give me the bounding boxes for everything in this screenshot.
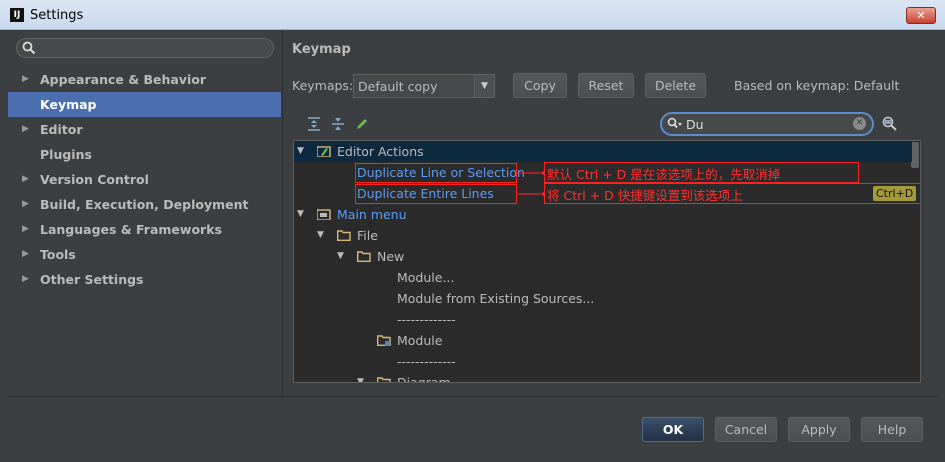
search-icon [22, 41, 36, 55]
page-title: Keymap [292, 42, 351, 57]
ok-button[interactable]: OK [642, 417, 704, 442]
chevron-down-icon[interactable]: ▼ [297, 204, 304, 225]
chevron-down-icon[interactable]: ▼ [474, 75, 494, 97]
app-logo-icon: IJ [10, 8, 24, 22]
apply-button[interactable]: Apply [788, 417, 850, 442]
chevron-right-icon: ▶ [22, 274, 29, 284]
tree-row-module-from-existing-sources[interactable]: Module from Existing Sources... [294, 288, 912, 309]
chevron-right-icon: ▶ [22, 74, 29, 84]
chevron-down-icon[interactable]: ▼ [357, 372, 364, 382]
keymap-panel: Keymap Keymaps: Default copy ▼ Copy Rese… [283, 30, 937, 396]
dialog-footer: OK Cancel Apply Help [8, 396, 937, 455]
sidebar-item-plugins[interactable]: Plugins [8, 142, 281, 167]
keymap-actions-tree: ▼ Editor Actions Duplicate Line or Selec… [293, 140, 921, 383]
annotation-box-duplicate-entire-lines [355, 184, 517, 204]
settings-dialog: ▶ Appearance & Behavior Keymap ▶ Editor Pl… [8, 30, 937, 455]
sidebar-item-appearance-behavior[interactable]: ▶ Appearance & Behavior [8, 67, 281, 92]
tree-row-separator: ------------- [397, 312, 456, 327]
folder-icon [337, 230, 351, 241]
sidebar-item-other-settings[interactable]: ▶ Other Settings [8, 267, 281, 292]
edit-pencil-icon[interactable] [354, 116, 370, 132]
find-shortcut-icon[interactable] [881, 115, 899, 133]
annotation-note-1: 默认 Ctrl + D 是在该选项上的，先取消掉 [547, 167, 781, 182]
tree-row-editor-actions[interactable]: ▼ Editor Actions [294, 141, 912, 162]
chevron-right-icon: ▶ [22, 224, 29, 234]
sidebar-item-keymap[interactable]: Keymap [8, 92, 281, 117]
chevron-right-icon: ▶ [22, 199, 29, 209]
search-icon [667, 117, 682, 129]
collapse-all-icon[interactable] [330, 116, 346, 132]
annotation-arrows [517, 171, 545, 196]
window-title: Settings [30, 8, 84, 23]
settings-sidebar: ▶ Appearance & Behavior Keymap ▶ Editor Pl… [8, 30, 283, 396]
chevron-down-icon[interactable]: ▼ [317, 225, 324, 246]
tree-row-new[interactable]: ▼ New [294, 246, 912, 267]
folder-icon [377, 377, 391, 382]
keymaps-label: Keymaps: [292, 78, 354, 93]
keymap-select[interactable]: Default copy ▼ [353, 74, 495, 98]
tree-row-file[interactable]: ▼ File [294, 225, 912, 246]
close-window-button[interactable]: ✕ [906, 7, 936, 24]
tree-row-separator: ------------- [397, 354, 456, 369]
sidebar-item-tools[interactable]: ▶ Tools [8, 242, 281, 267]
sidebar-item-build-execution-deployment[interactable]: ▶ Build, Execution, Deployment [8, 192, 281, 217]
filter-search-input[interactable]: Du ✕ [660, 112, 874, 136]
cancel-button[interactable]: Cancel [715, 417, 777, 442]
tree-row-module[interactable]: Module [294, 330, 912, 351]
editor-actions-folder-icon [317, 146, 331, 157]
folder-icon [357, 251, 371, 262]
filter-value: Du [686, 117, 704, 132]
reset-button[interactable]: Reset [578, 73, 634, 98]
help-button[interactable]: Help [861, 417, 923, 442]
annotation-box-duplicate-line [355, 163, 517, 183]
sidebar-item-version-control[interactable]: ▶ Version Control [8, 167, 281, 192]
clear-search-icon[interactable]: ✕ [853, 117, 866, 130]
sidebar-item-editor[interactable]: ▶ Editor [8, 117, 281, 142]
chevron-right-icon: ▶ [22, 174, 29, 184]
main-menu-folder-icon [317, 209, 331, 220]
tree-row-module-ellipsis[interactable]: Module... [294, 267, 912, 288]
settings-search-input[interactable] [16, 38, 274, 58]
module-folder-icon [377, 335, 391, 346]
expand-all-icon[interactable] [306, 116, 322, 132]
chevron-down-icon[interactable]: ▼ [337, 246, 344, 267]
tree-row-diagram[interactable]: ▼ Diagram [294, 372, 912, 382]
sidebar-item-languages-frameworks[interactable]: ▶ Languages & Frameworks [8, 217, 281, 242]
based-on-keymap-text: Based on keymap: Default [734, 78, 900, 93]
keymap-select-value: Default copy [358, 79, 438, 94]
chevron-right-icon: ▶ [22, 124, 29, 134]
tree-scrollbar[interactable] [911, 142, 919, 168]
chevron-right-icon: ▶ [22, 249, 29, 259]
delete-button[interactable]: Delete [645, 73, 706, 98]
tree-row-main-menu[interactable]: ▼ Main menu [294, 204, 912, 225]
window-titlebar: IJ Settings ✕ [0, 0, 945, 30]
annotation-note-2: 将 Ctrl + D 快捷键设置到该选项上 [547, 188, 743, 203]
chevron-down-icon[interactable]: ▼ [297, 141, 304, 162]
copy-button[interactable]: Copy [513, 73, 567, 98]
